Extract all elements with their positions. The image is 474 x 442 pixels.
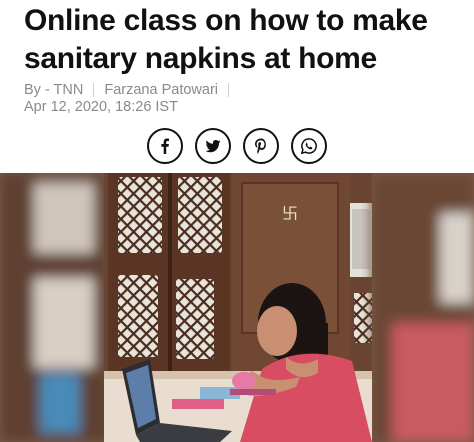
photo-scene: 卐 [0, 173, 474, 442]
twitter-share-button[interactable] [195, 128, 231, 164]
pinterest-share-button[interactable] [243, 128, 279, 164]
share-bar [0, 128, 474, 164]
article-title: Online class on how to make sanitary nap… [24, 4, 428, 75]
whatsapp-share-button[interactable] [291, 128, 327, 164]
publish-date: Apr 12, 2020, 18:26 IST [24, 99, 178, 115]
twitter-icon [205, 140, 221, 153]
pinterest-icon [255, 138, 266, 154]
byline: By - TNN Farzana Patowari [24, 81, 454, 99]
svg-text:卐: 卐 [282, 204, 298, 223]
whatsapp-icon [300, 138, 317, 155]
facebook-icon [161, 138, 169, 154]
article-photo: 卐 [0, 173, 474, 442]
byline-author[interactable]: Farzana Patowari [104, 81, 218, 99]
byline-divider [93, 83, 95, 97]
byline-source[interactable]: By - TNN [24, 81, 83, 99]
byline-divider [228, 83, 229, 97]
facebook-share-button[interactable] [147, 128, 183, 164]
